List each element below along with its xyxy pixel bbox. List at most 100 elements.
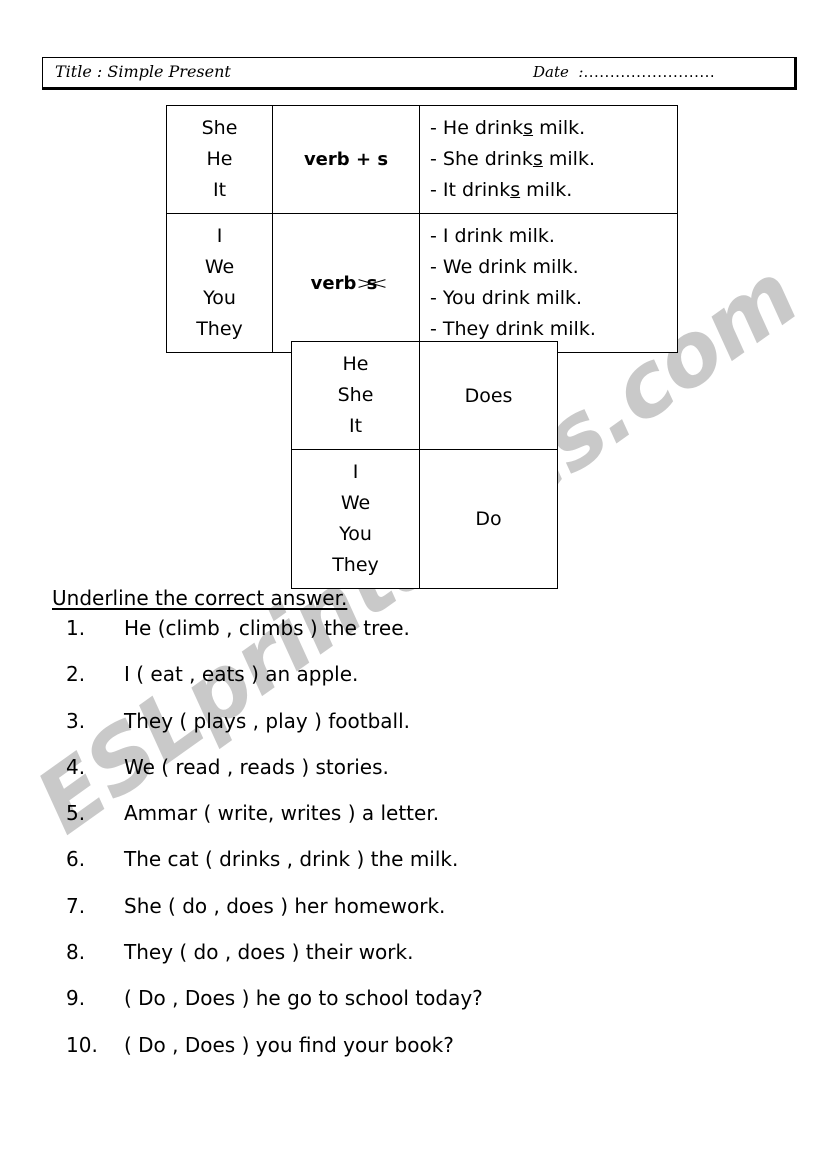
pronoun-list: She He It	[167, 106, 272, 213]
table-row: She He It verb + s - He drinks milk. - S…	[166, 104, 678, 215]
pronoun-item: They	[332, 553, 379, 576]
question-number: 9.	[66, 986, 86, 1011]
list-item[interactable]: 2. I ( eat , eats ) an apple.	[0, 662, 821, 708]
example-dash: -	[430, 317, 437, 340]
question-text[interactable]: He (climb , climbs ) the tree.	[124, 616, 410, 640]
list-item[interactable]: 5. Ammar ( write, writes ) a letter.	[0, 801, 821, 847]
example-item: - We drink milk.	[430, 252, 677, 283]
pronoun-item: I	[216, 225, 223, 248]
question-text[interactable]: Ammar ( write, writes ) a letter.	[124, 801, 439, 825]
example-after: milk.	[542, 147, 595, 170]
example-item: - I drink milk.	[430, 221, 677, 252]
example-item: - He drinks milk.	[430, 113, 677, 144]
example-before: I drink milk.	[442, 225, 555, 248]
question-text[interactable]: I ( eat , eats ) an apple.	[124, 662, 358, 686]
rule-verb-no-s: verb s	[273, 273, 419, 294]
example-before: It drink	[442, 178, 511, 201]
pronoun-item: She	[337, 383, 374, 406]
question-number: 2.	[66, 662, 86, 687]
crossed-out-s: s	[358, 273, 386, 294]
table-row: I We You They Do	[291, 449, 558, 590]
pronoun-item: We	[340, 492, 371, 515]
question-text[interactable]: The cat ( drinks , drink ) the milk.	[124, 847, 458, 871]
question-number: 7.	[66, 893, 86, 918]
question-number: 8.	[66, 940, 86, 965]
example-before: He drink	[442, 117, 524, 139]
example-underlined-s: s	[523, 117, 534, 139]
example-list: - He drinks milk. - She drinks milk. - I…	[420, 106, 677, 213]
rule-prefix: verb	[310, 272, 357, 294]
example-dash: -	[430, 178, 437, 201]
pronoun-item: She	[201, 117, 238, 139]
example-dash: -	[430, 147, 437, 170]
example-before: We drink milk.	[442, 256, 579, 279]
example-dash: -	[430, 256, 437, 279]
table-do-does-auxiliary: He She It Does I We You They Do	[291, 340, 558, 590]
example-dash: -	[430, 225, 437, 248]
list-item[interactable]: 6. The cat ( drinks , drink ) the milk.	[0, 847, 821, 893]
pronoun-list: I We You They	[167, 214, 272, 352]
worksheet-title: Title : Simple Present	[55, 62, 231, 81]
list-item[interactable]: 4. We ( read , reads ) stories.	[0, 755, 821, 801]
date-label: Date	[533, 63, 569, 81]
auxiliary-does: Does	[464, 384, 513, 407]
list-item[interactable]: 8. They ( do , does ) their work.	[0, 940, 821, 986]
example-item: - They drink milk.	[430, 314, 677, 345]
pronoun-item: He	[342, 353, 369, 375]
rule-verb-plus-s: verb + s	[273, 149, 419, 170]
question-number: 4.	[66, 754, 86, 779]
pronoun-list: He She It	[292, 342, 419, 449]
example-after: milk.	[533, 117, 586, 139]
question-text[interactable]: ( Do , Does ) you find your book?	[124, 1033, 454, 1057]
example-dash: -	[430, 286, 437, 309]
pronoun-item: They	[196, 317, 243, 340]
question-number: 1.	[66, 616, 86, 640]
pronoun-item: I	[352, 461, 359, 484]
cell-pronouns-third-person: She He It	[166, 104, 273, 215]
pronoun-item: You	[203, 286, 236, 309]
cell-rule-verb-plus-s: verb + s	[272, 104, 420, 215]
exercise-instruction: Underline the correct answer.	[52, 586, 348, 610]
pronoun-item: We	[204, 256, 235, 279]
question-list: 1. He (climb , climbs ) the tree. 2. I ( e…	[0, 616, 821, 1079]
date-field: Date :.........................	[533, 63, 715, 81]
rule-prefix: verb	[303, 149, 350, 171]
pronoun-item: It	[212, 178, 227, 201]
list-item[interactable]: 1. He (climb , climbs ) the tree.	[0, 616, 821, 662]
rule-operator: +	[355, 149, 372, 171]
table-row: I We You They verb s - I drink milk. - W…	[166, 213, 678, 354]
pronoun-item: It	[348, 414, 363, 437]
cell-examples-plural: - I drink milk. - We drink milk. - You d…	[419, 213, 678, 354]
list-item[interactable]: 9. ( Do , Does ) he go to school today?	[0, 986, 821, 1032]
question-text[interactable]: They ( plays , play ) football.	[124, 709, 410, 733]
date-dotted-line: .........................	[583, 63, 716, 81]
rule-suffix: s	[377, 149, 389, 171]
header-title-box: Title : Simple Present Date :...........…	[42, 57, 797, 90]
question-number: 3.	[66, 708, 86, 733]
cell-examples-third-person: - He drinks milk. - She drinks milk. - I…	[419, 104, 678, 215]
example-before: You drink milk.	[442, 286, 583, 309]
cell-rule-verb-no-s: verb s	[272, 213, 420, 354]
cell-pronouns-does: He She It	[291, 340, 420, 451]
cell-auxiliary-does: Does	[419, 340, 558, 451]
question-text[interactable]: ( Do , Does ) he go to school today?	[124, 986, 483, 1010]
example-underlined-s: s	[532, 147, 543, 170]
cell-pronouns-plural: I We You They	[166, 213, 273, 354]
list-item[interactable]: 7. She ( do , does ) her homework.	[0, 894, 821, 940]
pronoun-item: He	[206, 147, 233, 170]
list-item[interactable]: 3. They ( plays , play ) football.	[0, 709, 821, 755]
question-number: 5.	[66, 801, 86, 826]
example-after: milk.	[520, 178, 573, 201]
example-item: - She drinks milk.	[430, 144, 677, 175]
cell-auxiliary-do: Do	[419, 449, 558, 590]
example-before: She drink	[442, 147, 533, 170]
question-text[interactable]: We ( read , reads ) stories.	[124, 755, 389, 779]
question-text[interactable]: They ( do , does ) their work.	[124, 940, 413, 964]
table-subject-verb-agreement: She He It verb + s - He drinks milk. - S…	[166, 104, 678, 354]
example-dash: -	[430, 117, 437, 139]
list-item[interactable]: 10. ( Do , Does ) you find your book?	[0, 1033, 821, 1079]
example-item: - It drinks milk.	[430, 175, 677, 206]
worksheet-page: Title : Simple Present Date :...........…	[0, 0, 821, 1169]
cell-pronouns-do: I We You They	[291, 449, 420, 590]
question-text[interactable]: She ( do , does ) her homework.	[124, 894, 445, 918]
